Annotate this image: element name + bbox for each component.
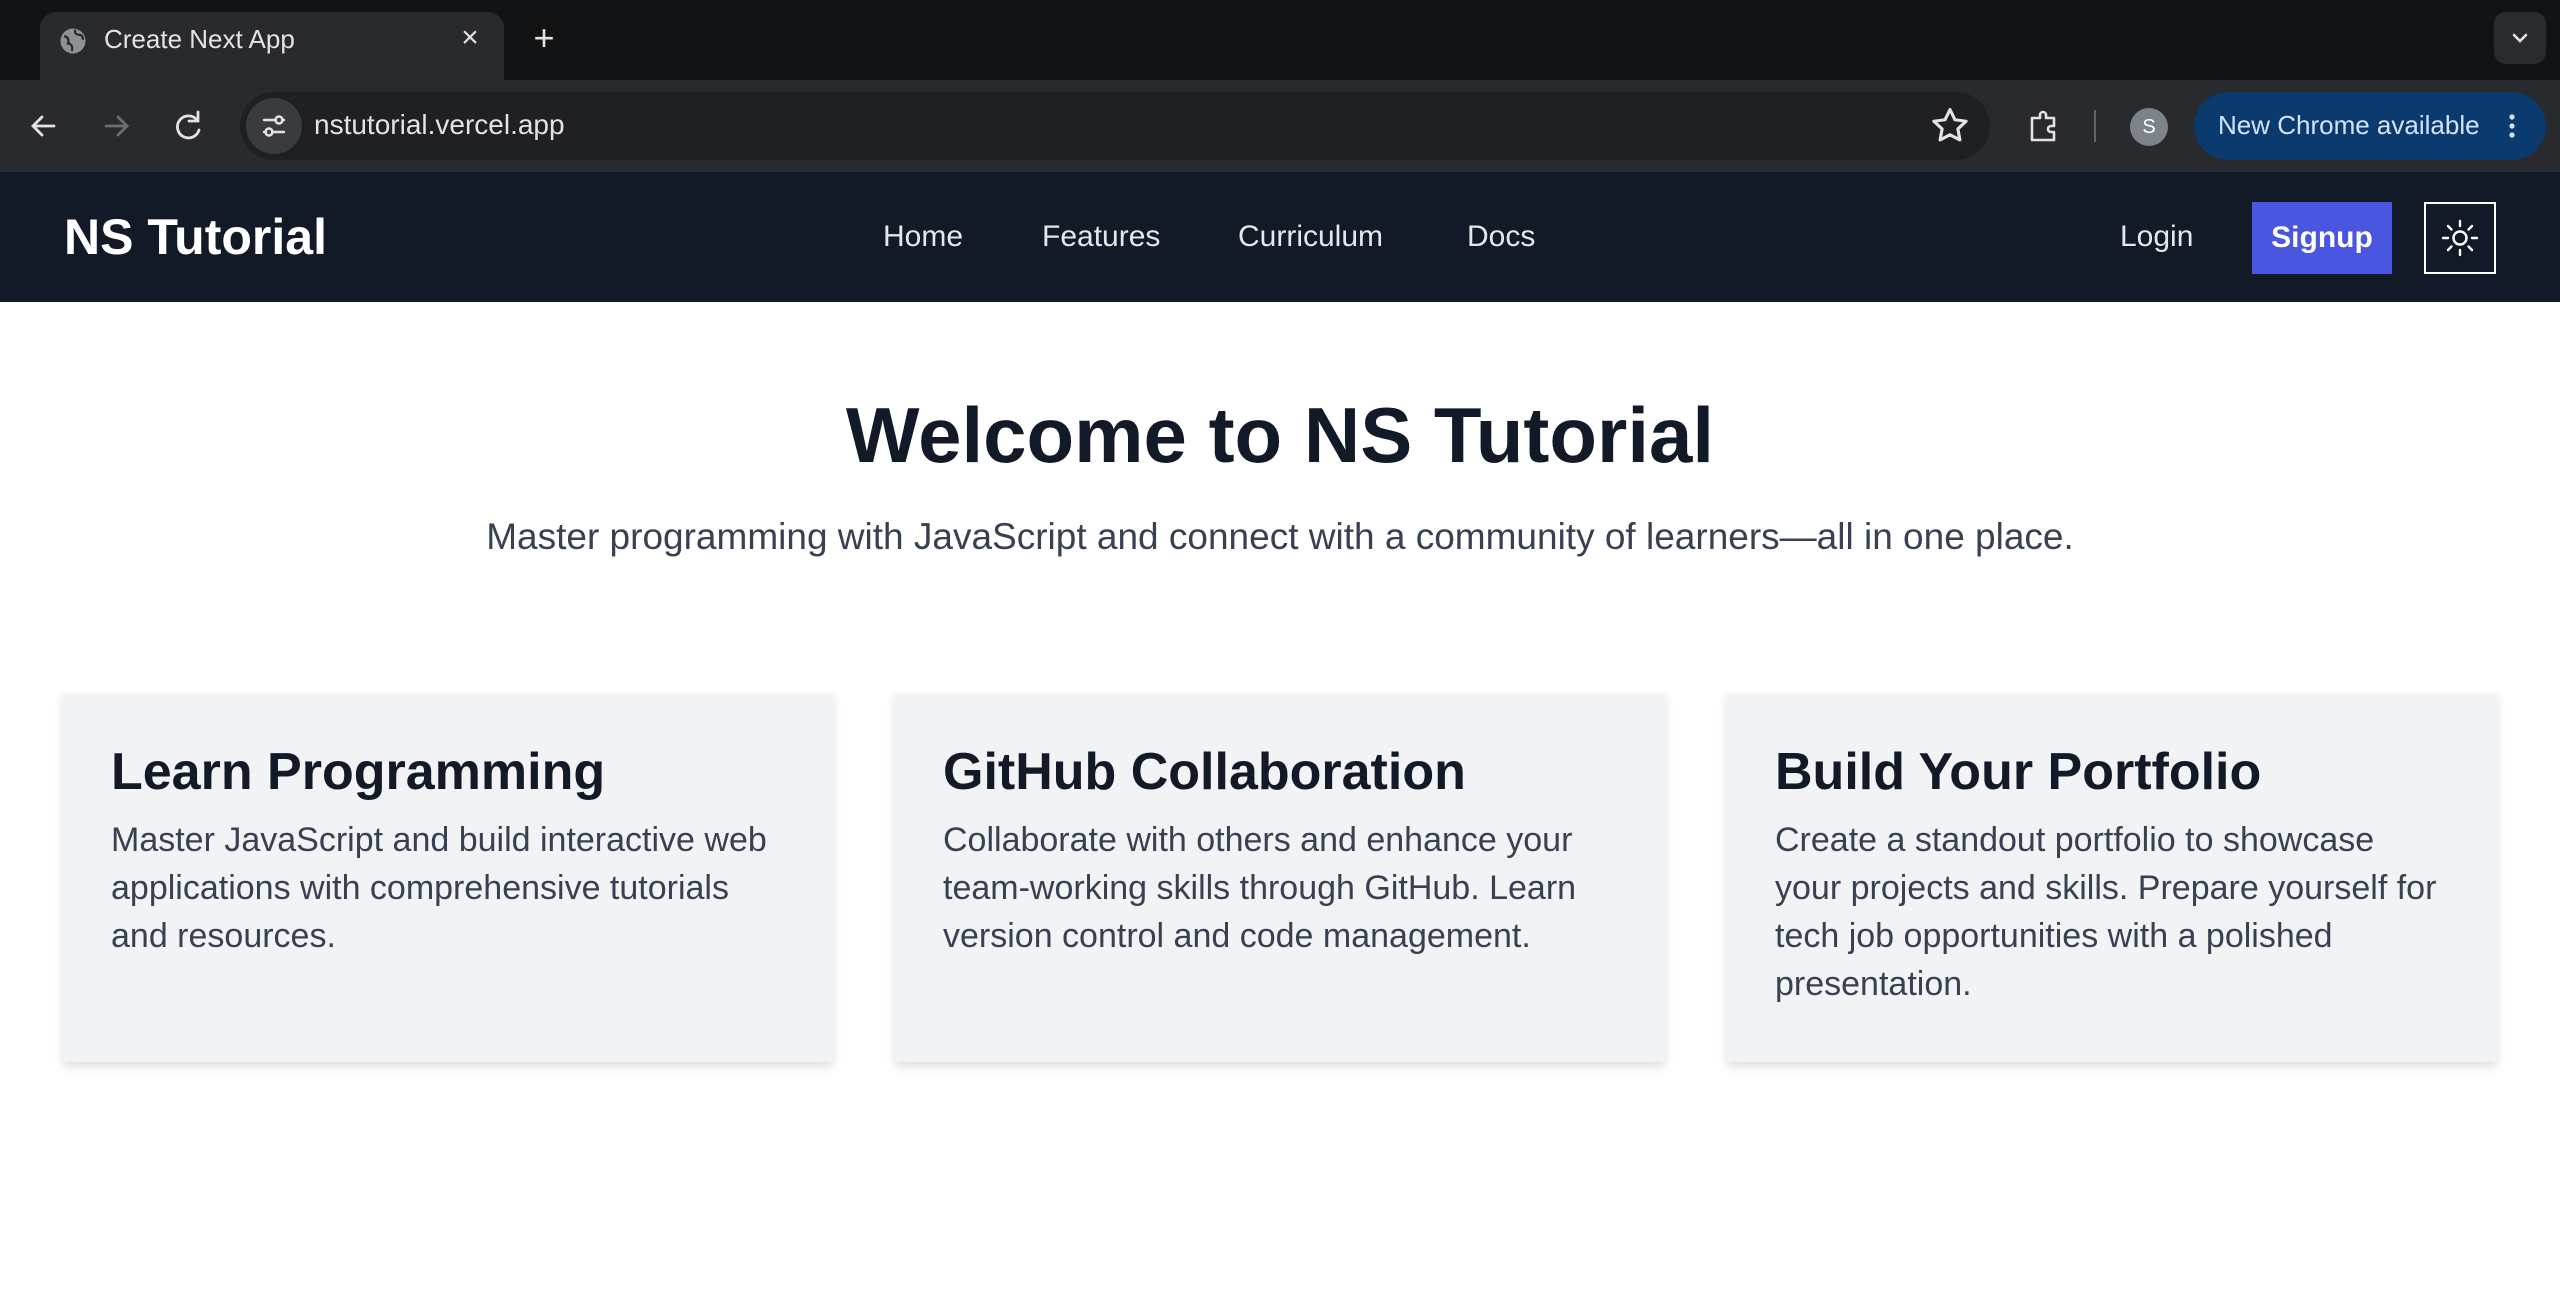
nav-home[interactable]: Home — [883, 220, 963, 254]
extensions-icon[interactable] — [2020, 102, 2068, 150]
card-description: Master JavaScript and build interactive … — [111, 821, 767, 955]
card-description: Create a standout portfolio to showcase … — [1775, 821, 2437, 1003]
browser-tab-strip: Create Next App × + — [0, 0, 2560, 80]
browser-toolbar: nstutorial.vercel.app S New Chrome avail… — [0, 80, 2560, 172]
hero-title: Welcome to NS Tutorial — [845, 391, 1715, 479]
hero-subtitle: Master programming with JavaScript and c… — [486, 516, 2074, 557]
tune-icon — [262, 115, 286, 137]
chevron-down-icon — [2512, 33, 2528, 43]
feature-card-build-portfolio: Build Your Portfolio Create a standout p… — [1727, 694, 2497, 1062]
close-tab-icon[interactable]: × — [454, 22, 486, 54]
tab-search-button[interactable] — [2494, 12, 2546, 64]
nav-features[interactable]: Features — [1042, 220, 1160, 254]
update-chrome-button[interactable]: New Chrome available — [2194, 92, 2546, 160]
feature-card-github-collaboration: GitHub Collaboration Collaborate with ot… — [895, 694, 1665, 1062]
theme-toggle-button[interactable] — [2424, 202, 2496, 274]
back-arrow-icon[interactable] — [16, 98, 72, 154]
site-info-button[interactable] — [246, 98, 302, 154]
bookmark-star-icon[interactable] — [1928, 104, 1972, 148]
card-title: Build Your Portfolio — [1775, 743, 2262, 801]
card-title: Learn Programming — [111, 743, 606, 801]
login-link[interactable]: Login — [2120, 220, 2193, 254]
forward-arrow-icon[interactable] — [88, 98, 144, 154]
nav-curriculum[interactable]: Curriculum — [1238, 220, 1383, 254]
new-tab-icon[interactable]: + — [526, 20, 562, 56]
card-title: GitHub Collaboration — [943, 743, 1466, 801]
card-description: Collaborate with others and enhance your… — [943, 821, 1577, 955]
globe-icon — [60, 28, 86, 54]
site-header: NS Tutorial Home Features Curriculum Doc… — [0, 172, 2560, 302]
reload-icon[interactable] — [160, 98, 216, 154]
browser-tab[interactable]: Create Next App × — [40, 12, 504, 80]
nav-docs[interactable]: Docs — [1467, 220, 1535, 254]
url-text[interactable]: nstutorial.vercel.app — [314, 109, 565, 141]
address-bar[interactable]: nstutorial.vercel.app — [240, 92, 1990, 160]
tab-title: Create Next App — [104, 24, 295, 54]
profile-avatar[interactable]: S — [2130, 108, 2168, 146]
signup-button[interactable]: Signup — [2252, 202, 2392, 274]
feature-card-learn-programming: Learn Programming Master JavaScript and … — [63, 694, 833, 1062]
more-vert-icon — [2509, 114, 2515, 138]
site-logo[interactable]: NS Tutorial — [64, 208, 327, 266]
sun-icon — [2441, 219, 2479, 257]
toolbar-divider — [2094, 110, 2096, 142]
update-label: New Chrome available — [2218, 110, 2480, 140]
